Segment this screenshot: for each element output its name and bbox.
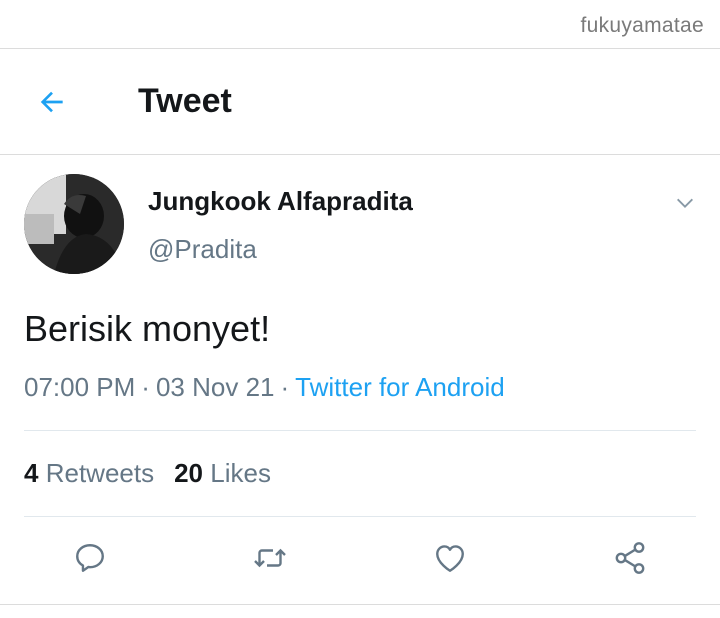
likes-count: 20 — [174, 458, 204, 488]
tweet-time: 07:00 PM — [24, 372, 136, 402]
retweets-count: 4 — [24, 458, 39, 488]
avatar-photo — [24, 174, 124, 274]
tweet-source-link[interactable]: Twitter for Android — [295, 372, 505, 402]
user-handle[interactable]: @Pradita — [148, 234, 257, 265]
tweet-stats: 4 Retweets 20 Likes — [24, 458, 271, 489]
reply-icon — [76, 544, 104, 572]
like-button[interactable] — [430, 538, 470, 578]
page-title: Tweet — [138, 82, 232, 120]
avatar[interactable] — [24, 174, 124, 274]
likes-label: Likes — [210, 458, 271, 488]
retweet-button[interactable] — [250, 538, 290, 578]
tweet-text: Berisik monyet! — [24, 308, 271, 349]
chevron-down-icon — [677, 198, 693, 208]
more-options-button[interactable] — [674, 192, 696, 214]
header-divider — [0, 154, 720, 155]
like-icon — [436, 545, 464, 572]
top-divider — [0, 48, 720, 49]
share-icon — [615, 542, 645, 574]
stats-divider — [24, 516, 696, 517]
tweet-date: 03 Nov 21 — [155, 372, 275, 402]
meta-separator: · — [141, 372, 150, 402]
retweets-label: Retweets — [45, 458, 155, 488]
reply-button[interactable] — [70, 538, 110, 578]
back-button[interactable] — [30, 82, 74, 122]
watermark-text: fukuyamatae — [580, 14, 704, 37]
retweets-stat[interactable]: 4 Retweets — [24, 458, 154, 488]
action-bar — [0, 538, 720, 584]
meta-separator: · — [280, 372, 290, 402]
retweet-icon — [254, 548, 286, 568]
meta-divider — [24, 430, 696, 431]
arrow-left-icon — [40, 91, 63, 113]
share-button[interactable] — [610, 538, 650, 578]
likes-stat[interactable]: 20 Likes — [174, 458, 271, 488]
tweet-meta: 07:00 PM · 03 Nov 21 · Twitter for Android — [24, 372, 505, 403]
display-name[interactable]: Jungkook Alfapradita — [148, 186, 413, 217]
bottom-divider — [0, 604, 720, 605]
